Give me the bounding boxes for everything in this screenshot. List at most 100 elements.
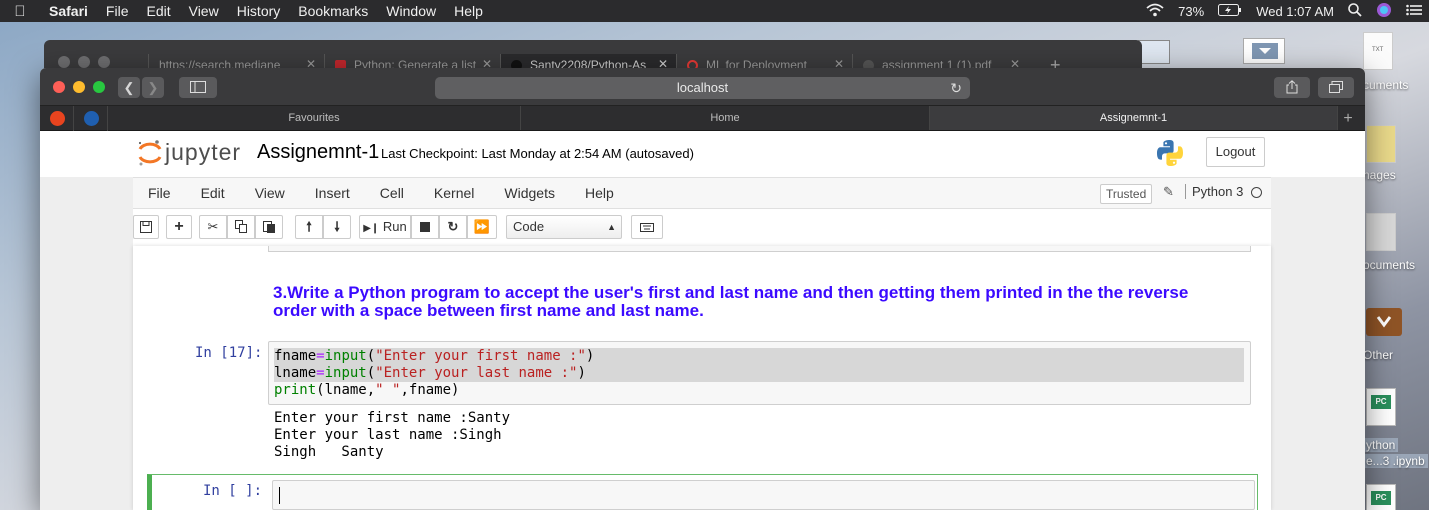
minimize-window-button[interactable] xyxy=(73,81,85,93)
nb-menu-file[interactable]: File xyxy=(133,178,186,208)
scissors-icon: ✂ xyxy=(207,219,219,234)
notification-center-icon[interactable] xyxy=(1399,4,1429,19)
battery-icon[interactable] xyxy=(1211,3,1249,19)
code-token: ) xyxy=(577,365,586,381)
pinned-tab-1[interactable] xyxy=(40,106,74,131)
step-forward-icon: ▶❙ xyxy=(363,223,380,234)
arrow-down-icon: 🠗 xyxy=(334,219,340,234)
copy-button[interactable] xyxy=(227,215,255,239)
bg-minimize-button[interactable] xyxy=(78,56,90,68)
desktop-label-documents-2[interactable]: ocuments xyxy=(1363,258,1415,272)
jupyter-logo-icon xyxy=(138,140,162,166)
kernel-name[interactable]: Python 3 xyxy=(1185,184,1243,199)
code-token: ( xyxy=(366,365,376,381)
desktop-image-icon[interactable] xyxy=(1366,125,1396,163)
menu-help[interactable]: Help xyxy=(445,3,492,19)
address-bar[interactable]: localhost ↻ xyxy=(435,77,970,99)
bg-close-button[interactable] xyxy=(58,56,70,68)
interrupt-kernel-button[interactable] xyxy=(411,215,439,239)
restart-run-all-button[interactable]: ⏩ xyxy=(467,215,497,239)
desktop-label-other[interactable]: Other xyxy=(1363,348,1393,362)
zoom-window-button[interactable] xyxy=(93,81,105,93)
insert-cell-button[interactable]: + xyxy=(166,215,192,239)
reload-icon[interactable]: ↻ xyxy=(950,77,962,99)
wifi-icon[interactable] xyxy=(1139,3,1171,20)
share-icon[interactable] xyxy=(1274,77,1310,98)
move-down-button[interactable]: 🠗 xyxy=(323,215,351,239)
code-token: lname xyxy=(274,365,317,381)
code-token: ( xyxy=(366,348,376,364)
clock[interactable]: Wed 1:07 AM xyxy=(1249,4,1341,19)
tab-favourites[interactable]: Favourites xyxy=(108,106,521,130)
desktop-label-images[interactable]: nages xyxy=(1363,168,1396,182)
tab-assignment[interactable]: Assignemnt-1 xyxy=(930,106,1338,130)
txt-tag: TXT xyxy=(1372,47,1384,53)
menu-edit[interactable]: Edit xyxy=(137,3,179,19)
new-tab-plus-icon[interactable]: + xyxy=(1338,106,1358,130)
checkpoint-status: Last Checkpoint: Last Monday at 2:54 AM … xyxy=(381,146,694,161)
code-cell-input[interactable]: fname=input("Enter your first name :") l… xyxy=(268,341,1251,405)
nb-menu-help[interactable]: Help xyxy=(570,178,629,208)
desktop-label-python[interactable]: ython xyxy=(1363,438,1399,452)
paste-button[interactable] xyxy=(255,215,283,239)
previous-cell-edge xyxy=(268,246,1251,252)
spotlight-search-icon[interactable] xyxy=(1341,2,1369,20)
sidebar-toggle-icon[interactable] xyxy=(179,77,217,98)
jupyter-logo[interactable]: jupyter xyxy=(137,138,247,168)
markdown-cell[interactable]: 3.Write a Python program to accept the u… xyxy=(273,284,1233,320)
nb-menu-widgets[interactable]: Widgets xyxy=(489,178,570,208)
command-palette-button[interactable] xyxy=(631,215,663,239)
menu-bookmarks[interactable]: Bookmarks xyxy=(289,3,377,19)
pinned-tab-2[interactable] xyxy=(74,106,108,131)
nb-menu-edit[interactable]: Edit xyxy=(186,178,240,208)
desktop-screenshot-icon[interactable] xyxy=(1138,40,1170,64)
desktop-pycharm-file-icon[interactable]: PC xyxy=(1366,388,1396,426)
input-prompt: In [17]: xyxy=(195,345,263,361)
nb-menu-kernel[interactable]: Kernel xyxy=(419,178,489,208)
move-up-button[interactable]: 🠕 xyxy=(295,215,323,239)
restart-kernel-button[interactable]: ↻ xyxy=(439,215,467,239)
run-button[interactable]: ▶❙ Run xyxy=(359,215,411,239)
notebook-menu-items: File Edit View Insert Cell Kernel Widget… xyxy=(133,178,629,208)
desktop-label-documents[interactable]: cuments xyxy=(1363,78,1408,92)
cell-type-select[interactable]: Code ▲▼ xyxy=(506,215,622,254)
apple-menu-icon[interactable]:  xyxy=(0,3,40,20)
code-line: lname=input("Enter your last name :") xyxy=(274,365,1244,382)
desktop-text-file-icon[interactable]: TXT xyxy=(1363,32,1393,70)
desktop-pycharm-file-icon-2[interactable]: PC xyxy=(1366,484,1396,510)
desktop-label-ipynb[interactable]: e...3 .ipynb xyxy=(1363,454,1428,468)
close-window-button[interactable] xyxy=(53,81,65,93)
pc-badge-2: PC xyxy=(1371,491,1391,505)
plus-icon: + xyxy=(174,218,184,235)
browser-title-bar: ❮ ❯ localhost ↻ xyxy=(40,68,1365,106)
empty-cell-input[interactable] xyxy=(272,480,1255,510)
desktop-documents-icon[interactable] xyxy=(1366,213,1396,251)
nb-menu-view[interactable]: View xyxy=(240,178,300,208)
selected-empty-cell[interactable]: In [ ]: xyxy=(147,474,1258,510)
nb-menu-cell[interactable]: Cell xyxy=(365,178,419,208)
restart-icon: ↻ xyxy=(447,219,459,234)
desktop-folder-icon[interactable] xyxy=(1366,308,1402,336)
save-icon xyxy=(140,221,152,233)
cut-button[interactable]: ✂ xyxy=(199,215,227,239)
tab-home[interactable]: Home xyxy=(521,106,930,130)
menu-file[interactable]: File xyxy=(97,3,138,19)
save-button[interactable] xyxy=(133,215,159,239)
desktop-drive-icon[interactable] xyxy=(1243,38,1285,64)
jupyter-header: jupyter Assignemnt-1 Last Checkpoint: La… xyxy=(40,131,1365,177)
bg-zoom-button[interactable] xyxy=(98,56,110,68)
tabs-overview-icon[interactable] xyxy=(1318,77,1354,98)
forward-button[interactable]: ❯ xyxy=(142,77,164,98)
menu-window[interactable]: Window xyxy=(377,3,445,19)
menu-history[interactable]: History xyxy=(228,3,290,19)
code-token: "Enter your last name :" xyxy=(375,365,578,381)
nb-menu-insert[interactable]: Insert xyxy=(300,178,365,208)
logout-button[interactable]: Logout xyxy=(1206,137,1265,167)
menu-view[interactable]: View xyxy=(180,3,228,19)
back-button[interactable]: ❮ xyxy=(118,77,140,98)
siri-icon[interactable] xyxy=(1369,2,1399,21)
menu-app-safari[interactable]: Safari xyxy=(40,3,97,19)
battery-percent[interactable]: 73% xyxy=(1171,4,1211,19)
notebook-name[interactable]: Assignemnt-1 xyxy=(257,141,379,164)
trusted-badge[interactable]: Trusted xyxy=(1100,184,1153,204)
